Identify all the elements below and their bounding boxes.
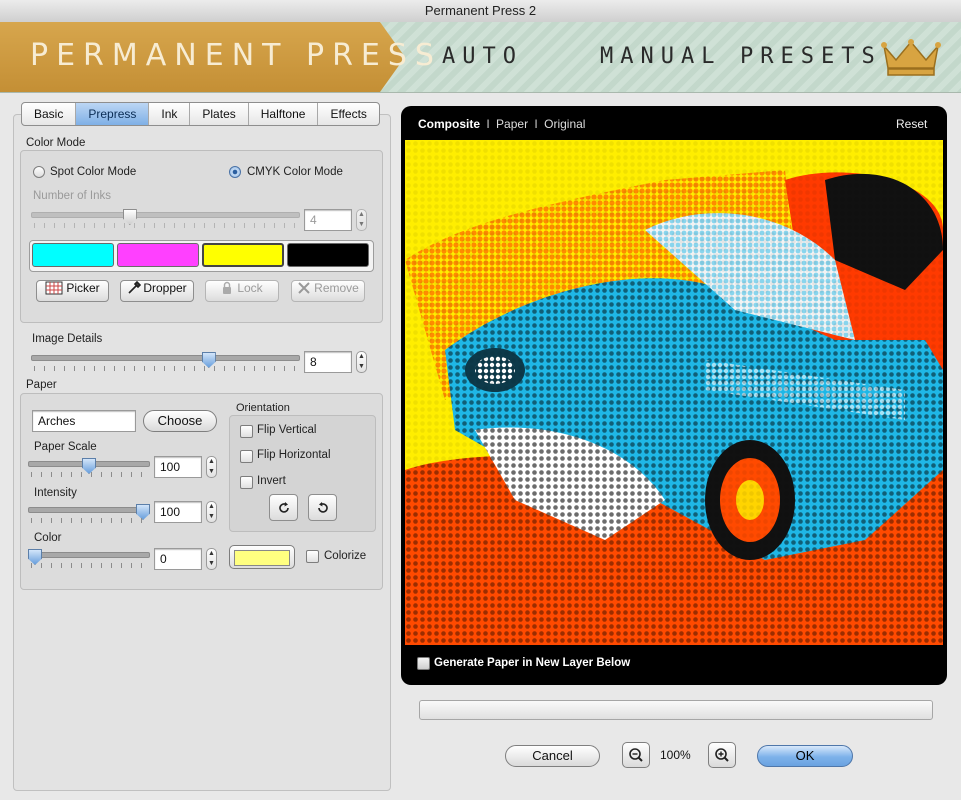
picker-label: Picker <box>66 281 100 295</box>
paper-scale-field[interactable]: 100 <box>154 456 202 478</box>
generate-paper-label: Generate Paper in New Layer Below <box>434 657 631 669</box>
magenta-ink-swatch[interactable] <box>117 243 199 267</box>
flip-horizontal-label: Flip Horizontal <box>257 449 331 461</box>
zoom-level: 100% <box>660 748 691 762</box>
preview-mode-bar: Composite I Paper I Original <box>418 117 585 131</box>
rotate-clockwise-button[interactable] <box>269 494 298 521</box>
zoom-in-button[interactable] <box>708 742 736 768</box>
generate-paper-checkbox[interactable] <box>417 657 430 670</box>
crown-icon <box>881 39 941 76</box>
ok-button[interactable]: OK <box>757 745 853 767</box>
eyedropper-icon <box>128 280 142 294</box>
choose-paper-button[interactable]: Choose <box>143 410 217 432</box>
zoom-in-icon <box>715 748 729 762</box>
cancel-button[interactable]: Cancel <box>505 745 600 767</box>
tab-halftone[interactable]: Halftone <box>249 103 319 125</box>
mode-manual-link[interactable]: MANUAL <box>600 44 721 69</box>
image-details-field[interactable]: 8 <box>304 351 352 373</box>
black-ink-swatch[interactable] <box>287 243 369 267</box>
cmyk-color-label: CMYK Color Mode <box>247 166 343 178</box>
image-details-slider-ticks <box>34 366 296 371</box>
paper-name-field[interactable]: Arches <box>32 410 136 432</box>
intensity-slider-track[interactable] <box>28 507 150 513</box>
rotate-counterclockwise-icon <box>317 502 328 513</box>
colorize-checkbox[interactable] <box>306 550 319 563</box>
paper-color-well[interactable] <box>229 545 295 569</box>
image-details-slider-track[interactable] <box>31 355 300 361</box>
dropper-label: Dropper <box>143 281 187 295</box>
paper-view-link[interactable]: Paper <box>496 117 528 131</box>
remove-button[interactable]: Remove <box>291 280 365 302</box>
number-of-inks-label: Number of Inks <box>33 190 111 202</box>
inks-field[interactable]: 4 <box>304 209 352 231</box>
invert-checkbox[interactable] <box>240 476 253 489</box>
view-separator: I <box>486 117 490 131</box>
flip-vertical-checkbox[interactable] <box>240 425 253 438</box>
lock-label: Lock <box>237 281 263 295</box>
image-details-label: Image Details <box>32 333 103 345</box>
spot-color-radio[interactable] <box>33 166 45 178</box>
tab-effects[interactable]: Effects <box>318 103 378 125</box>
color-field[interactable]: 0 <box>154 548 202 570</box>
paper-color-fill <box>234 550 290 566</box>
cyan-ink-swatch[interactable] <box>32 243 114 267</box>
color-ticks <box>31 563 146 568</box>
intensity-field[interactable]: 100 <box>154 501 202 523</box>
progress-bar <box>419 700 933 720</box>
intensity-stepper[interactable]: ▲ ▼ <box>206 501 217 523</box>
rotate-clockwise-icon <box>278 502 289 513</box>
flip-vertical-label: Flip Vertical <box>257 424 317 436</box>
original-view-link[interactable]: Original <box>544 117 585 131</box>
invert-label: Invert <box>257 475 286 487</box>
paper-heading: Paper <box>26 379 57 391</box>
inks-slider-ticks <box>34 223 296 228</box>
remove-label: Remove <box>314 281 359 295</box>
intensity-label: Intensity <box>34 487 77 499</box>
tab-ink[interactable]: Ink <box>149 103 191 125</box>
view-separator: I <box>534 117 538 131</box>
lock-button[interactable]: Lock <box>205 280 279 302</box>
tab-bar: Basic Prepress Ink Plates Halftone Effec… <box>21 102 380 126</box>
paper-scale-ticks <box>31 472 146 477</box>
zoom-out-button[interactable] <box>622 742 650 768</box>
grid-icon <box>45 281 63 295</box>
flip-horizontal-checkbox[interactable] <box>240 450 253 463</box>
spot-color-label: Spot Color Mode <box>50 166 137 178</box>
tab-prepress[interactable]: Prepress <box>76 103 150 125</box>
color-slider-track[interactable] <box>28 552 150 558</box>
color-label: Color <box>34 532 62 544</box>
reset-link[interactable]: Reset <box>896 117 927 131</box>
cmyk-color-radio[interactable] <box>229 166 241 178</box>
picker-button[interactable]: Picker <box>36 280 109 302</box>
yellow-ink-swatch[interactable] <box>202 243 284 267</box>
tab-basic[interactable]: Basic <box>22 103 77 125</box>
inks-slider-track[interactable] <box>31 212 300 218</box>
mode-auto-link[interactable]: AUTO <box>442 44 523 69</box>
tab-plates[interactable]: Plates <box>190 103 249 125</box>
color-mode-heading: Color Mode <box>26 137 86 149</box>
intensity-ticks <box>31 518 146 523</box>
paper-scale-stepper[interactable]: ▲ ▼ <box>206 456 217 478</box>
orientation-label: Orientation <box>236 402 290 414</box>
paper-scale-label: Paper Scale <box>34 441 97 453</box>
remove-icon <box>298 282 310 294</box>
brand-logo-text: PERMANENT PRESS <box>30 38 442 73</box>
halftone-car-image <box>405 140 943 645</box>
mode-presets-link[interactable]: PRESETS <box>740 44 882 69</box>
dropper-button[interactable]: Dropper <box>120 280 194 302</box>
colorize-label: Colorize <box>324 550 367 562</box>
halftone-preview-image <box>405 140 943 645</box>
window-title: Permanent Press 2 <box>0 0 961 23</box>
rotate-counterclockwise-button[interactable] <box>308 494 337 521</box>
lock-icon <box>223 281 232 294</box>
image-details-stepper[interactable]: ▲ ▼ <box>356 351 367 373</box>
color-stepper[interactable]: ▲ ▼ <box>206 548 217 570</box>
zoom-out-icon <box>629 748 643 762</box>
inks-stepper[interactable]: ▲ ▼ <box>356 209 367 231</box>
composite-view-link[interactable]: Composite <box>418 117 480 131</box>
